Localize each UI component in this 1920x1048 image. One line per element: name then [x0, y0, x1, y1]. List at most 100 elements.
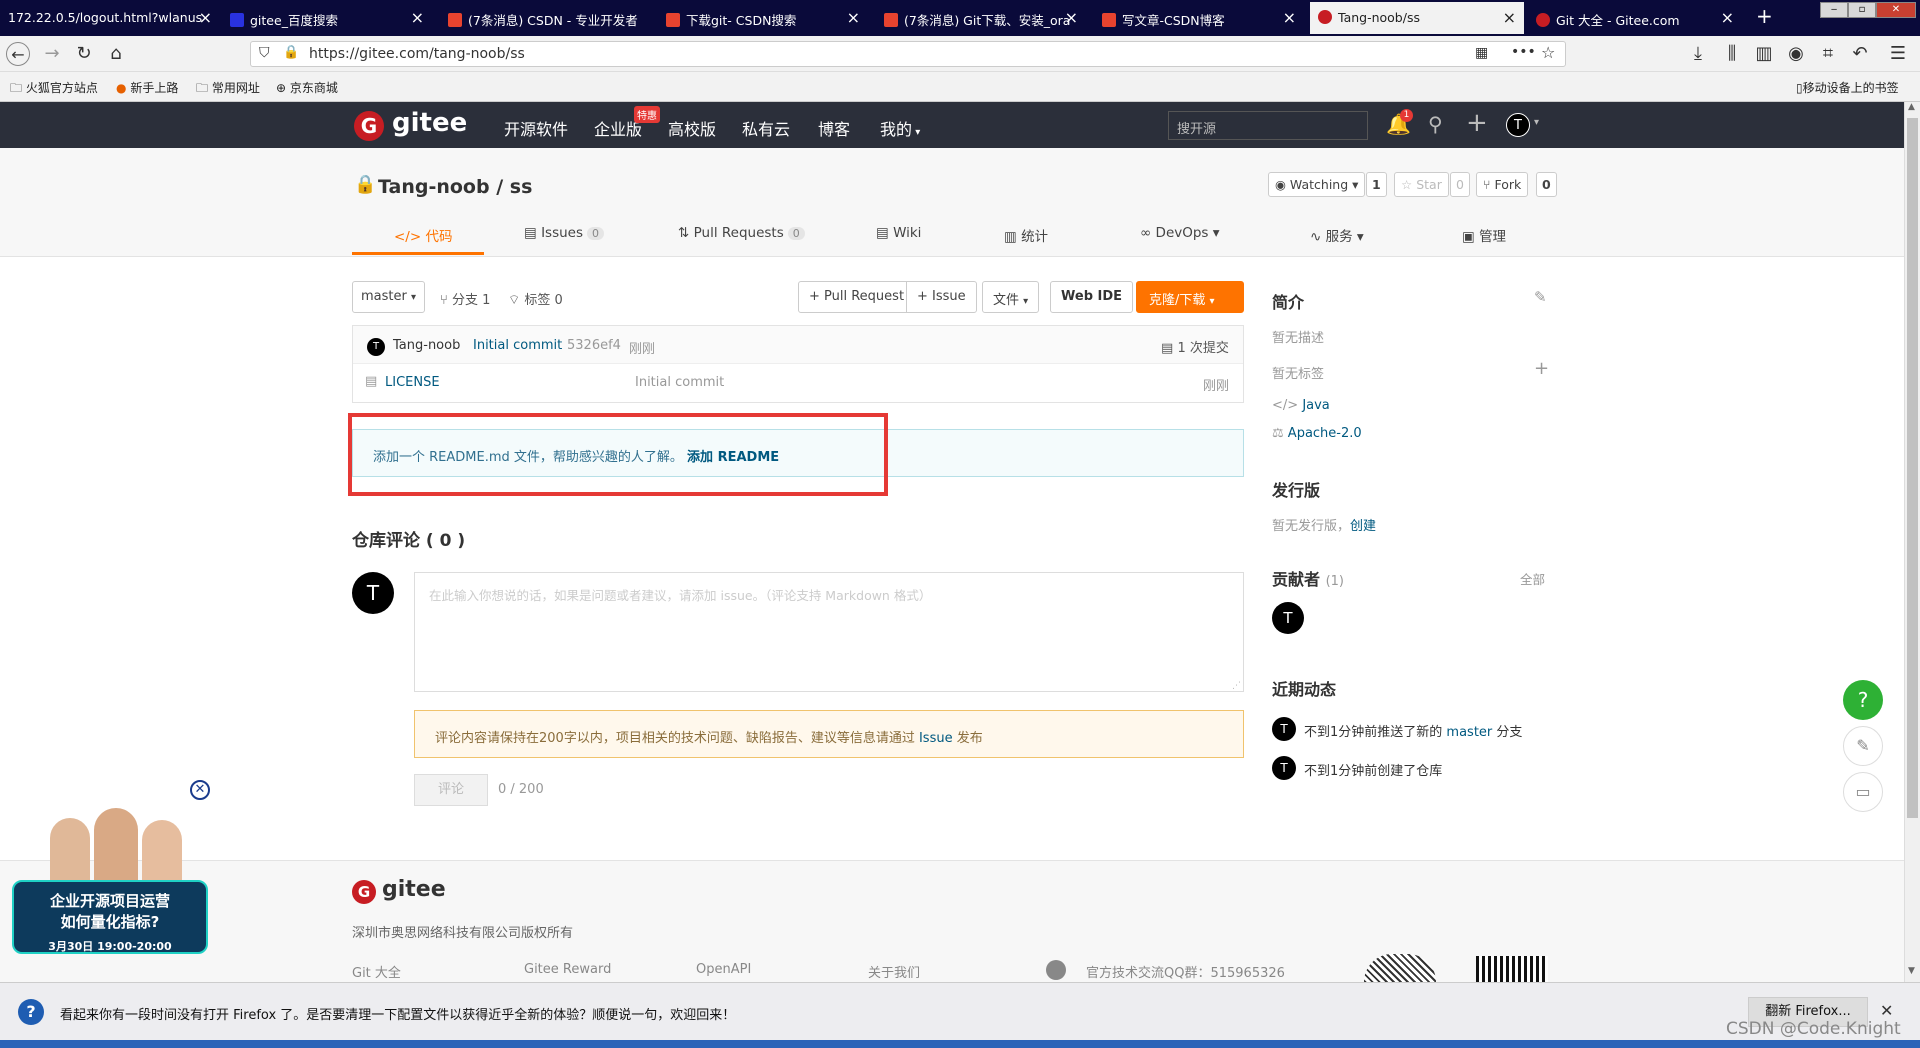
- download-icon[interactable]: ⤓: [1686, 42, 1710, 66]
- issue-link[interactable]: Issue: [919, 731, 953, 746]
- menu-icon[interactable]: ☰: [1886, 42, 1910, 66]
- ad-banner[interactable]: 企业开源项目运营 如何量化指标? 3月30日 19:00-20:00: [12, 808, 208, 958]
- footer-link-git[interactable]: Git 大全: [352, 962, 401, 981]
- footer-link-reward[interactable]: Gitee Reward: [524, 962, 611, 977]
- tab-stats[interactable]: ▥ 统计: [1004, 225, 1048, 245]
- more-icon[interactable]: •••: [1511, 44, 1536, 60]
- browser-tab[interactable]: 下载git- CSDN搜索 ×: [658, 2, 868, 34]
- close-notification-icon[interactable]: ✕: [1880, 1001, 1893, 1020]
- tab-manage[interactable]: ▣ 管理: [1462, 225, 1506, 245]
- file-menu-button[interactable]: 文件 ▾: [982, 281, 1040, 313]
- commit-message[interactable]: Initial commit: [473, 338, 562, 353]
- commit-author-avatar[interactable]: T: [367, 338, 385, 356]
- scrollbar-thumb[interactable]: [1907, 118, 1918, 818]
- tab-wiki[interactable]: ▤ Wiki: [876, 225, 921, 241]
- scroll-up-icon[interactable]: ▲: [1908, 102, 1915, 112]
- new-issue-button[interactable]: + Issue: [906, 281, 977, 313]
- browser-tab[interactable]: gitee_百度搜索 ×: [222, 2, 432, 34]
- license[interactable]: ⚖ Apache-2.0: [1272, 426, 1362, 441]
- fork-count[interactable]: 0: [1536, 172, 1557, 197]
- tags-link[interactable]: ⌔ 标签 0: [508, 289, 563, 308]
- close-ad-icon[interactable]: ✕: [190, 780, 210, 800]
- maximize-icon[interactable]: ▫: [1848, 2, 1876, 18]
- nav-blog[interactable]: 博客: [818, 116, 850, 140]
- bookmark-item[interactable]: ⊕ 京东商城: [276, 79, 338, 96]
- star-bookmark-icon[interactable]: ☆: [1541, 43, 1555, 62]
- plus-icon[interactable]: +: [1466, 108, 1488, 138]
- language[interactable]: </> Java: [1272, 398, 1330, 413]
- footer-logo-icon[interactable]: G: [352, 880, 376, 904]
- footer-logo-text[interactable]: gitee: [382, 877, 446, 902]
- close-icon[interactable]: ×: [1283, 8, 1296, 27]
- qrcode-icon[interactable]: ▦: [1475, 45, 1488, 61]
- comment-textarea[interactable]: 在此输入你想说的话，如果是问题或者建议，请添加 issue。（评论支持 Mark…: [414, 572, 1244, 692]
- watch-count[interactable]: 1: [1366, 172, 1387, 197]
- contributors-all-link[interactable]: 全部: [1520, 569, 1545, 588]
- close-window-icon[interactable]: ✕: [1876, 2, 1916, 18]
- bookmark-item[interactable]: ● 新手上路: [116, 79, 178, 96]
- nav-university[interactable]: 高校版: [668, 116, 716, 140]
- create-release-link[interactable]: 创建: [1350, 519, 1376, 534]
- nav-private-cloud[interactable]: 私有云: [742, 116, 790, 140]
- bookmark-item[interactable]: 🗀 火狐官方站点: [10, 79, 98, 100]
- nav-opensource[interactable]: 开源软件: [504, 116, 568, 140]
- forward-icon[interactable]: →: [40, 42, 64, 66]
- browser-tab[interactable]: (7条消息) Git下载、安装_ora ×: [876, 2, 1086, 34]
- edit-icon[interactable]: ✎: [1534, 288, 1547, 306]
- gitee-logo-text[interactable]: gitee: [392, 108, 467, 138]
- browser-tab[interactable]: 写文章-CSDN博客 ×: [1094, 2, 1304, 34]
- star-count[interactable]: 0: [1450, 172, 1470, 197]
- tab-issues[interactable]: ▤ Issues 0: [524, 225, 605, 241]
- tab-code[interactable]: </> 代码: [394, 225, 452, 245]
- resize-handle-icon[interactable]: ⋰: [1232, 681, 1241, 691]
- library-icon[interactable]: ⫼: [1720, 42, 1744, 66]
- branch-link[interactable]: master: [1446, 725, 1492, 740]
- footer-link-openapi[interactable]: OpenAPI: [696, 962, 751, 977]
- close-icon[interactable]: ×: [411, 8, 424, 27]
- browser-tab[interactable]: (7条消息) CSDN - 专业开发者: [440, 2, 650, 34]
- add-tag-icon[interactable]: +: [1534, 358, 1549, 379]
- user-avatar[interactable]: T: [1506, 113, 1530, 137]
- screenshot-icon[interactable]: ⌗: [1816, 42, 1840, 66]
- scroll-down-icon[interactable]: ▼: [1908, 966, 1915, 976]
- commit-hash[interactable]: 5326ef4: [567, 338, 621, 353]
- account-icon[interactable]: ◉: [1784, 42, 1808, 66]
- search-input[interactable]: 搜开源: [1168, 111, 1368, 140]
- comment-submit-button[interactable]: 评论: [414, 774, 488, 806]
- browser-tab[interactable]: 172.22.0.5/logout.html?wlanus ×: [0, 2, 220, 34]
- pull-request-button[interactable]: + Pull Request: [798, 281, 916, 313]
- feedback-icon[interactable]: ✎: [1843, 726, 1883, 766]
- bookmark-item[interactable]: 🗀 常用网址: [196, 79, 260, 100]
- web-ide-button[interactable]: Web IDE: [1050, 281, 1134, 313]
- commit-count[interactable]: ▤ 1 次提交: [1161, 337, 1229, 356]
- back-icon[interactable]: ←: [6, 42, 30, 66]
- file-name[interactable]: LICENSE: [385, 375, 440, 390]
- repo-name[interactable]: ss: [510, 176, 533, 198]
- file-row[interactable]: ▤ LICENSE Initial commit 刚刚: [353, 364, 1243, 402]
- location-icon[interactable]: ⚲: [1428, 112, 1443, 136]
- nav-mine[interactable]: 我的 ▾: [880, 116, 920, 140]
- repo-owner[interactable]: Tang-noob: [378, 176, 490, 198]
- chat-icon[interactable]: ▭: [1843, 772, 1883, 812]
- undo-icon[interactable]: ↶: [1848, 42, 1872, 66]
- activity-avatar[interactable]: T: [1272, 717, 1296, 741]
- mobile-bookmarks[interactable]: ▯移动设备上的书签: [1796, 79, 1899, 96]
- help-float-button[interactable]: ?: [1843, 680, 1883, 720]
- contributor-avatar[interactable]: T: [1272, 602, 1304, 634]
- fork-button[interactable]: ⑂ Fork: [1476, 172, 1529, 197]
- file-commit-message[interactable]: Initial commit: [635, 375, 724, 390]
- reload-icon[interactable]: ↻: [72, 42, 96, 66]
- browser-tab-active[interactable]: Tang-noob/ss ×: [1310, 2, 1524, 34]
- browser-tab[interactable]: Git 大全 - Gitee.com ×: [1528, 2, 1742, 34]
- clone-download-button[interactable]: 克隆/下载 ▾: [1136, 281, 1244, 313]
- branches-link[interactable]: ⑂ 分支 1: [440, 289, 490, 308]
- close-icon[interactable]: ×: [199, 8, 212, 27]
- star-button[interactable]: ☆ Star: [1394, 172, 1449, 197]
- home-icon[interactable]: ⌂: [104, 42, 128, 66]
- watch-button[interactable]: ◉ Watching ▾: [1268, 172, 1366, 197]
- close-icon[interactable]: ×: [1065, 8, 1078, 27]
- close-icon[interactable]: ×: [1503, 8, 1516, 27]
- close-icon[interactable]: ×: [1721, 8, 1734, 27]
- vertical-scrollbar[interactable]: ▲ ▼: [1904, 102, 1920, 982]
- tab-devops[interactable]: ∞ DevOps ▾: [1140, 225, 1220, 241]
